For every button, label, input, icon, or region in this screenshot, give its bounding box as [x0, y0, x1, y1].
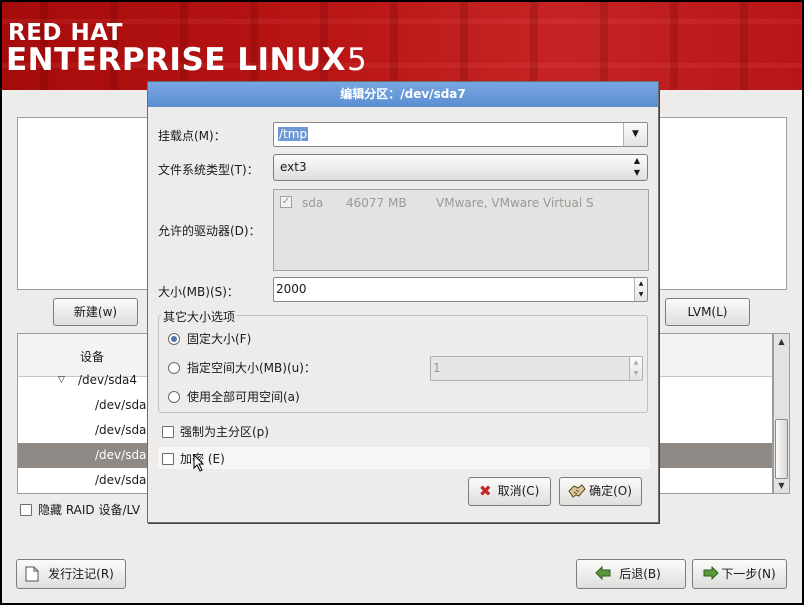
ok-label: 确定(O)	[589, 484, 632, 498]
mount-point-label: 挂载点(M)：	[158, 129, 226, 143]
next-label: 下一步(N)	[721, 567, 776, 581]
drive-model: VMware, VMware Virtual S	[436, 196, 594, 210]
dialog-title: 编辑分区：/dev/sda7	[148, 82, 658, 107]
fill-max-radio[interactable]	[168, 391, 180, 403]
device-list-scrollbar[interactable]: ▲ ▼	[773, 333, 790, 494]
encrypt-row[interactable]	[158, 447, 650, 469]
fill-max-label: 使用全部可用空间(a)	[187, 390, 300, 404]
mouse-pointer-icon	[193, 454, 205, 472]
device-column-label: 设备	[80, 350, 105, 364]
next-button[interactable]: 下一步(N)	[692, 559, 787, 589]
handshake-icon	[568, 484, 586, 498]
ok-button[interactable]: 确定(O)	[559, 477, 642, 506]
size-value[interactable]: 2000	[276, 282, 307, 296]
back-button[interactable]: 后退(B)	[576, 559, 686, 589]
drive-size: 46077 MB	[346, 196, 407, 210]
drive-checkbox-checked[interactable]: ✓	[280, 196, 292, 208]
fill-upto-spinbox[interactable]: 1 ▲ ▼	[430, 356, 643, 381]
updown-icon: ▲ ▼	[633, 156, 641, 177]
device-name: /dev/sda	[95, 448, 147, 462]
lvm-button[interactable]: LVM(L)	[665, 298, 750, 326]
document-icon	[25, 566, 39, 582]
device-name: /dev/sda	[95, 473, 147, 487]
cancel-label: 取消(C)	[497, 484, 540, 498]
fill-upto-label: 指定空间大小(MB)(u)：	[187, 361, 316, 375]
spin-down-icon[interactable]: ▼	[630, 368, 642, 380]
new-partition-button[interactable]: 新建(w)	[53, 298, 138, 326]
cancel-x-icon: ✖	[479, 482, 492, 500]
mount-point-value[interactable]: /tmp	[278, 127, 309, 141]
fstype-label: 文件系统类型(T)：	[158, 163, 259, 177]
installer-screen: RED HAT ENTERPRISE LINUX 5 新建(w) LVM(L) …	[2, 2, 802, 603]
size-spinbox[interactable]: 2000 ▲ ▼	[273, 277, 648, 302]
arrow-right-icon	[703, 566, 719, 580]
fixed-size-label: 固定大小(F)	[187, 332, 252, 346]
edit-partition-dialog: 编辑分区：/dev/sda7 挂载点(M)： /tmp ▼ 文件系统类型(T)：…	[147, 81, 659, 523]
brand-version: 5	[347, 42, 367, 78]
force-primary-label: 强制为主分区(p)	[180, 425, 269, 439]
drives-list[interactable]: ✓ sda 46077 MB VMware, VMware Virtual S	[273, 189, 649, 271]
size-label: 大小(MB)(S)：	[158, 285, 239, 299]
expander-icon[interactable]: ▽	[58, 368, 65, 393]
device-name: /dev/sda	[95, 398, 147, 412]
fstype-value: ext3	[280, 160, 307, 174]
fill-upto-radio[interactable]	[168, 362, 180, 374]
hide-raid-checkbox[interactable]	[20, 504, 32, 516]
drives-label: 允许的驱动器(D)：	[158, 224, 261, 238]
header-banner: RED HAT ENTERPRISE LINUX 5	[2, 2, 802, 90]
fill-upto-value: 1	[433, 361, 441, 375]
spin-down-icon[interactable]: ▼	[635, 289, 647, 301]
drive-name: sda	[302, 196, 324, 210]
brand-line-2: ENTERPRISE LINUX	[6, 42, 347, 78]
hide-raid-label: 隐藏 RAID 设备/LV	[38, 503, 141, 517]
mount-point-combo[interactable]: /tmp ▼	[273, 122, 648, 147]
scroll-thumb[interactable]	[775, 419, 788, 479]
fstype-select[interactable]: ext3 ▲ ▼	[273, 154, 648, 181]
fill-upto-spinner[interactable]: ▲ ▼	[629, 357, 642, 380]
encrypt-checkbox[interactable]	[162, 453, 174, 465]
release-notes-button[interactable]: 发行注记(R)	[16, 559, 126, 589]
fixed-size-radio[interactable]	[168, 333, 180, 345]
force-primary-checkbox[interactable]	[162, 426, 174, 438]
back-label: 后退(B)	[619, 567, 661, 581]
scroll-down-icon[interactable]: ▼	[774, 478, 789, 493]
release-notes-label: 发行注记(R)	[48, 567, 114, 581]
device-name: /dev/sda4	[78, 373, 138, 387]
arrow-left-icon	[595, 566, 611, 580]
device-name: /dev/sda	[95, 423, 147, 437]
size-options-label: 其它大小选项	[161, 308, 238, 325]
scroll-up-icon[interactable]: ▲	[774, 334, 789, 349]
chevron-down-icon[interactable]: ▼	[623, 123, 647, 146]
size-spinner[interactable]: ▲ ▼	[634, 278, 647, 301]
cancel-button[interactable]: ✖ 取消(C)	[468, 477, 551, 506]
